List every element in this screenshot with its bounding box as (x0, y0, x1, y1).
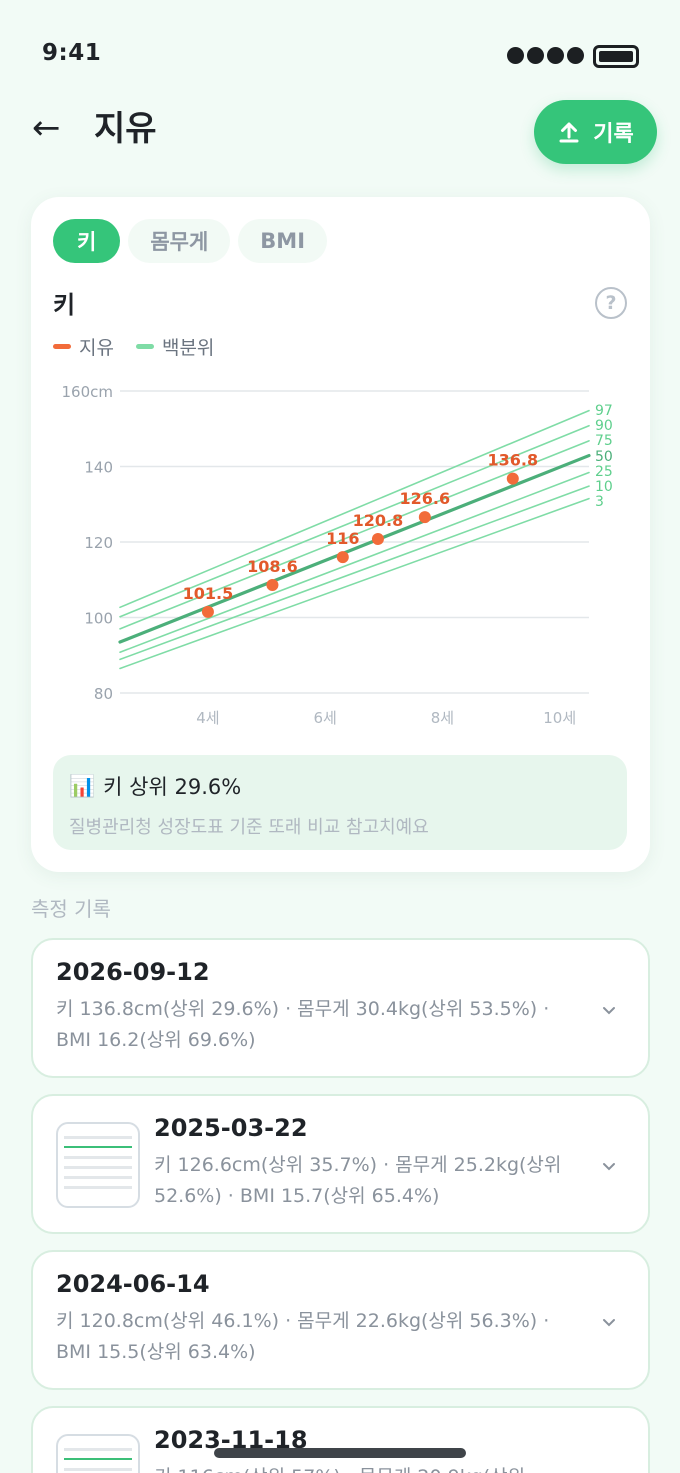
percentile-label: 25 (595, 464, 613, 480)
percentile-line (119, 471, 590, 654)
page-header: ← 지유 기록 (0, 100, 680, 170)
bar-chart-icon: 📊 (69, 773, 96, 798)
record-detail-line: BMI 16.2(상위 69.6%) (56, 1029, 256, 1051)
child-data-label: 136.8 (487, 451, 538, 470)
record-detail: 키 126.6cm(상위 35.7%) · 몸무게 25.2kg(상위 52.6… (154, 1150, 561, 1212)
upload-icon (559, 122, 579, 143)
child-data-label: 126.6 (400, 489, 451, 508)
child-data-point (506, 472, 519, 485)
chevron-down-icon[interactable] (600, 1002, 618, 1020)
record-detail-line: 키 136.8cm(상위 29.6%) · 몸무게 30.4kg(상위 53.5… (56, 998, 550, 1020)
record-detail-line: 52.6%) · BMI 15.7(상위 65.4%) (154, 1185, 440, 1207)
chevron-down-icon[interactable] (600, 1314, 618, 1332)
child-data-point (371, 532, 384, 545)
status-bar: 9:41 (0, 0, 680, 100)
tab-bmi[interactable]: BMI (238, 219, 328, 263)
x-tick-label: 8세 (431, 709, 454, 727)
record-photo-thumbnail[interactable] (56, 1434, 140, 1473)
y-tick-label: 120 (84, 534, 113, 552)
tab-height[interactable]: 키 (53, 219, 121, 263)
legend-swatch-child (53, 344, 71, 349)
percentile-label: 50 (595, 449, 613, 465)
chart-title: 키 (53, 291, 76, 319)
record-detail-line: 키 126.6cm(상위 35.7%) · 몸무게 25.2kg(상위 (154, 1154, 562, 1176)
tab-weight[interactable]: 몸무게 (128, 219, 231, 263)
child-data-label: 101.5 (183, 584, 234, 603)
x-tick-label: 6세 (314, 709, 337, 727)
page-title: 지유 (94, 109, 157, 149)
growth-chart-card: 키 몸무게 BMI 키 ? 지유 백분위 160cm 140 120 100 80 4세 6… (31, 197, 650, 872)
y-tick-label: 100 (84, 610, 113, 628)
legend-swatch-percentile (135, 344, 154, 349)
record-item[interactable]: 2025-03-22 키 126.6cm(상위 35.7%) · 몸무게 25.… (31, 1094, 650, 1234)
home-indicator[interactable] (214, 1448, 466, 1458)
record-date: 2026-09-12 (56, 958, 210, 986)
child-data-point (266, 579, 279, 592)
legend-item-percentile: 백분위 (135, 333, 215, 360)
chevron-down-icon[interactable] (600, 1158, 618, 1176)
percentile-label: 10 (595, 479, 613, 495)
percentile-label: 3 (595, 494, 604, 510)
percentile-label: 97 (595, 403, 613, 419)
child-data-point (201, 605, 214, 618)
record-detail-line: BMI 15.5(상위 63.4%) (56, 1341, 256, 1363)
percentile-summary: 📊 키 상위 29.6% 질병관리청 성장도표 기준 또래 비교 참고치예요 (53, 755, 627, 850)
cellular-signal-icon (507, 47, 584, 64)
record-item[interactable]: 2023-11-18 키 116cm(상위 57%) · 몸무게 20.9kg(… (31, 1406, 650, 1473)
record-photo-thumbnail[interactable] (56, 1122, 140, 1208)
status-time: 9:41 (42, 40, 102, 66)
child-data-point (418, 511, 431, 524)
record-date: 2025-03-22 (154, 1114, 308, 1142)
child-data-label: 116 (326, 529, 359, 548)
y-tick-label: 140 (84, 459, 113, 477)
record-detail: 키 120.8cm(상위 46.1%) · 몸무게 22.6kg(상위 56.3… (56, 1306, 549, 1368)
x-tick-label: 10세 (543, 709, 576, 727)
record-detail: 키 116cm(상위 57%) · 몸무게 20.9kg(상위 (154, 1462, 525, 1473)
child-data-label: 108.6 (247, 557, 298, 576)
record-detail-line: 키 120.8cm(상위 46.1%) · 몸무게 22.6kg(상위 56.3… (56, 1310, 550, 1332)
back-arrow-icon[interactable]: ← (32, 108, 61, 148)
percentile-label: 75 (595, 433, 613, 449)
record-button[interactable]: 기록 (534, 100, 657, 164)
percentile-line (119, 409, 590, 609)
record-button-label: 기록 (593, 122, 634, 147)
height-growth-chart: 160cm 140 120 100 80 4세 6세 8세 10세 9790755025103 10… (62, 383, 613, 727)
summary-note: 질병관리청 성장도표 기준 또래 비교 참고치예요 (69, 817, 429, 838)
legend-label-percentile: 백분위 (161, 337, 215, 359)
legend-label-child: 지유 (79, 337, 114, 359)
chart-legend: 지유 백분위 (53, 333, 214, 360)
record-item[interactable]: 2026-09-12 키 136.8cm(상위 29.6%) · 몸무게 30.… (31, 938, 650, 1078)
child-data-label: 120.8 (353, 511, 404, 530)
record-date: 2024-06-14 (56, 1270, 210, 1298)
help-icon[interactable]: ? (595, 287, 627, 319)
record-detail: 키 136.8cm(상위 29.6%) · 몸무게 30.4kg(상위 53.5… (56, 994, 549, 1056)
records-section-label: 측정 기록 (31, 897, 111, 921)
metric-tabs: 키 몸무게 BMI (53, 219, 328, 263)
y-tick-label: 80 (94, 685, 113, 703)
legend-item-child: 지유 (53, 333, 114, 360)
summary-headline: 키 상위 29.6% (103, 775, 242, 799)
percentile-line (118, 453, 591, 644)
battery-icon (593, 45, 639, 68)
x-tick-label: 4세 (196, 709, 219, 727)
y-tick-label: 160cm (62, 383, 114, 401)
record-detail-line: 키 116cm(상위 57%) · 몸무게 20.9kg(상위 (154, 1462, 525, 1473)
percentile-label: 90 (595, 418, 613, 434)
record-item[interactable]: 2024-06-14 키 120.8cm(상위 46.1%) · 몸무게 22.… (31, 1250, 650, 1390)
child-data-point (336, 551, 349, 564)
